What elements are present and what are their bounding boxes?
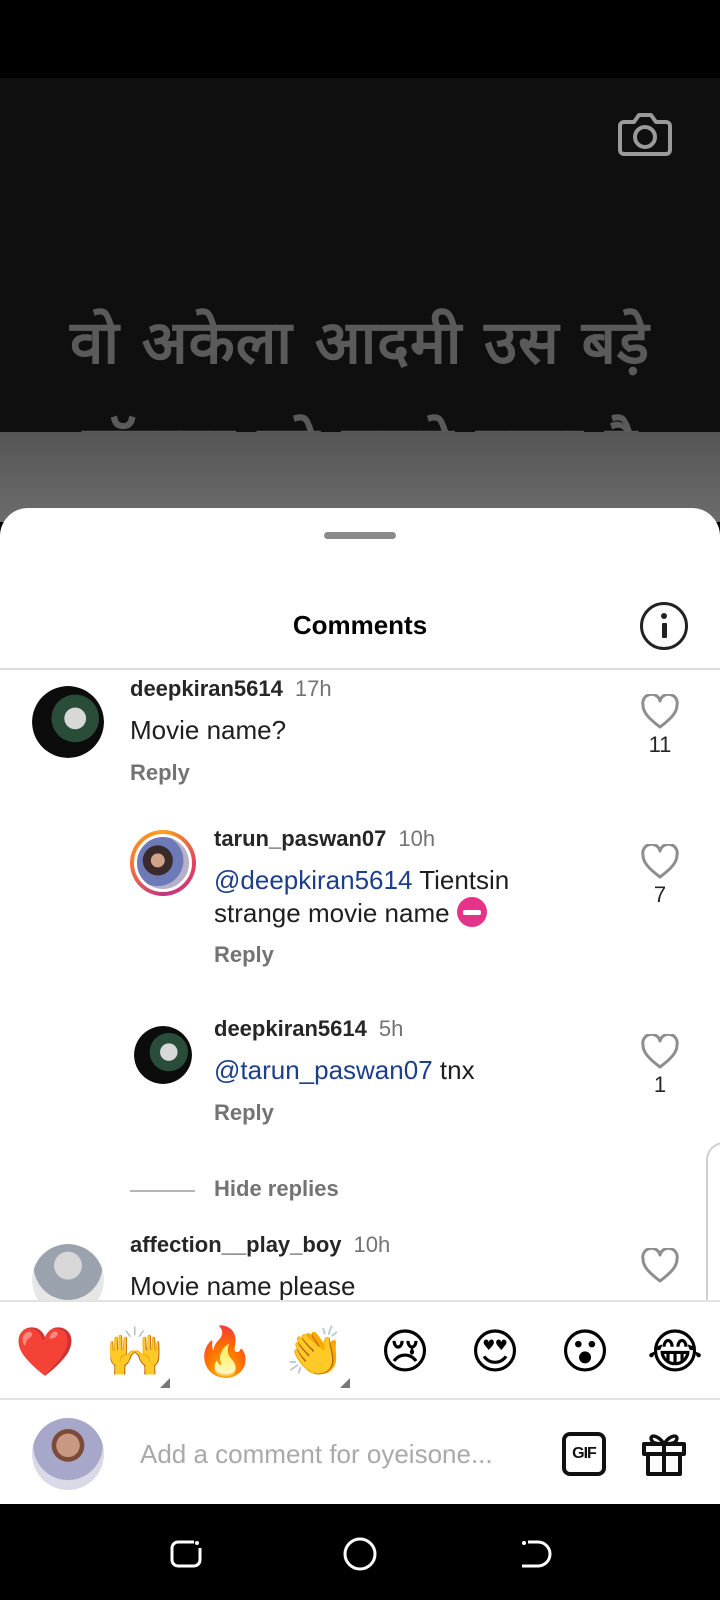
comment-list[interactable]: deepkiran5614 17h Movie name? Reply 11 ta…: [0, 670, 720, 1310]
reply-button[interactable]: Reply: [214, 942, 274, 968]
comment-timestamp: 10h: [353, 1232, 391, 1257]
skin-tone-indicator-icon: [340, 1378, 350, 1388]
comment-text: @tarun_paswan07 tnx: [214, 1054, 475, 1087]
back-button[interactable]: [516, 1534, 556, 1574]
emoji-surprised-button[interactable]: 😮: [554, 1322, 616, 1382]
username-text: affection__play_boy: [130, 1232, 342, 1257]
emoji-heart-eyes-button[interactable]: 😍: [464, 1322, 526, 1382]
comment-username[interactable]: deepkiran5614 5h: [214, 1016, 403, 1042]
emoji-heart-button[interactable]: ❤️: [14, 1322, 76, 1382]
emoji-clap-button[interactable]: 👏: [284, 1322, 346, 1382]
comment-timestamp: 10h: [398, 826, 436, 851]
comment-item: deepkiran5614 17h Movie name? Reply 11: [0, 670, 720, 810]
comment-username[interactable]: deepkiran5614 17h: [130, 676, 332, 702]
comment-text: Movie name please: [130, 1271, 356, 1301]
heart-outline-icon: [641, 1246, 679, 1283]
gif-button[interactable]: GIF: [562, 1432, 606, 1476]
like-count: 11: [648, 732, 672, 757]
home-button[interactable]: [340, 1534, 380, 1574]
like-count: 7: [653, 882, 667, 907]
camera-icon: [618, 113, 672, 156]
like-count: 1: [653, 1072, 667, 1097]
heart-outline-icon: [641, 692, 679, 729]
quick-reaction-bar: ❤️ 🙌 🔥 👏 😢 😍 😮 😂: [0, 1300, 720, 1400]
sheet-title: Comments: [292, 610, 428, 640]
info-button[interactable]: [640, 602, 688, 650]
emoji-raised-hands-button[interactable]: 🙌: [104, 1322, 166, 1382]
skin-tone-indicator-icon: [160, 1378, 170, 1388]
sheet-grab-handle[interactable]: [324, 532, 396, 539]
reply-item: deepkiran5614 5h @tarun_paswan07 tnx Repl…: [0, 1012, 720, 1162]
recents-icon: [170, 1540, 202, 1568]
heart-outline-icon: [641, 842, 679, 879]
system-nav-bar: [0, 1504, 720, 1600]
mention-link[interactable]: @deepkiran5614: [214, 865, 412, 895]
camera-button[interactable]: [618, 106, 672, 160]
comment-username[interactable]: affection__play_boy 10h: [130, 1232, 390, 1258]
comment-composer: GIF: [0, 1400, 720, 1504]
like-button[interactable]: [640, 1246, 680, 1284]
comment-timestamp: 5h: [378, 1016, 404, 1041]
reply-button[interactable]: Reply: [214, 1100, 274, 1126]
comment-timestamp: 17h: [294, 676, 332, 701]
emoji-fire-button[interactable]: 🔥: [194, 1322, 256, 1382]
recents-button[interactable]: [166, 1534, 206, 1574]
like-button[interactable]: [640, 692, 680, 730]
hide-replies-line: [130, 1190, 195, 1192]
reply-button[interactable]: Reply: [130, 760, 190, 786]
gift-button[interactable]: [640, 1428, 688, 1478]
emoji-crying-button[interactable]: 😢: [374, 1322, 436, 1382]
avatar[interactable]: [130, 830, 196, 896]
comment-text: Movie name?: [130, 715, 287, 745]
comment-text: @deepkiran5614 Tientsin strange movie na…: [214, 864, 594, 930]
gift-icon: [642, 1434, 686, 1476]
like-button[interactable]: [640, 842, 680, 880]
like-button[interactable]: [640, 1032, 680, 1070]
back-icon: [522, 1540, 552, 1568]
own-avatar: [32, 1418, 104, 1490]
heart-outline-icon: [641, 1032, 679, 1069]
hide-replies-button[interactable]: Hide replies: [130, 1170, 530, 1210]
video-caption-line-1: वो अकेला आदमी उस बड़े: [70, 308, 650, 378]
hide-replies-label: Hide replies: [214, 1176, 339, 1201]
grimace-emoji-icon: [456, 897, 487, 927]
comment-body: tnx: [432, 1055, 475, 1085]
comment-input[interactable]: [140, 1432, 520, 1476]
emoji-laughing-button[interactable]: 😂: [644, 1322, 706, 1382]
comment-username[interactable]: tarun_paswan07 10h: [214, 826, 435, 852]
home-circle-icon: [343, 1537, 377, 1571]
username-text: deepkiran5614: [214, 1016, 367, 1041]
username-text: deepkiran5614: [130, 676, 283, 701]
mention-link[interactable]: @tarun_paswan07: [214, 1055, 433, 1085]
reply-item: tarun_paswan07 10h @deepkiran5614 Tientsi…: [0, 820, 720, 1010]
avatar[interactable]: [32, 686, 104, 758]
avatar[interactable]: [134, 1026, 192, 1084]
username-text: tarun_paswan07: [214, 826, 387, 851]
comment-item: affection__play_boy 10h Movie name please: [0, 1232, 720, 1310]
status-bar: [0, 0, 720, 78]
